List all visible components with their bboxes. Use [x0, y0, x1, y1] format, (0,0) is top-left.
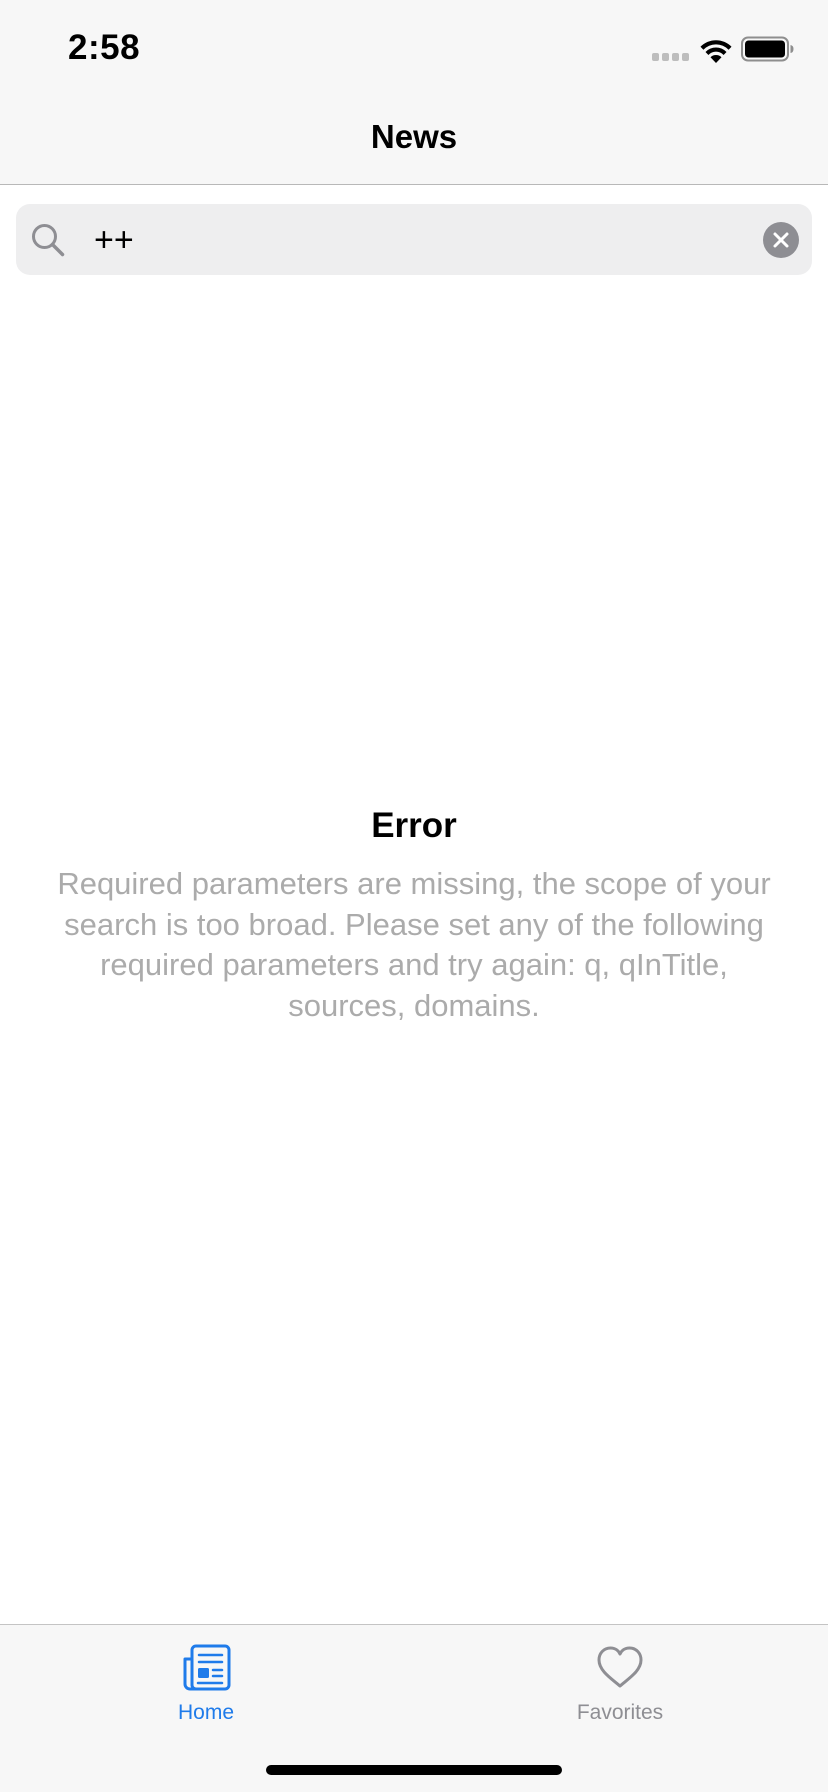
tab-favorites-label: Favorites: [576, 1701, 664, 1724]
tab-home-label: Home: [177, 1701, 235, 1724]
tab-favorites[interactable]: Favorites: [520, 1643, 720, 1743]
error-message: Required parameters are missing, the sco…: [57, 866, 771, 1023]
home-indicator: [266, 1765, 562, 1775]
battery-icon: [741, 36, 794, 62]
search-input[interactable]: [78, 214, 754, 266]
page-title: News: [370, 118, 458, 155]
top-bar: 2:58 News: [0, 0, 828, 185]
newspaper-icon: [183, 1644, 231, 1691]
search-icon: [32, 224, 65, 257]
news-screen: 2:58 News Error Required parameters ar: [0, 0, 828, 1792]
close-icon: [773, 232, 789, 248]
cellular-signal-icon: [652, 53, 690, 63]
clear-search-button[interactable]: [763, 222, 799, 258]
wifi-icon: [700, 40, 732, 63]
error-title: Error: [371, 806, 457, 845]
heart-icon: [597, 1646, 643, 1688]
search-bar[interactable]: [16, 204, 812, 275]
status-time: 2:58: [68, 28, 141, 67]
tab-home[interactable]: Home: [106, 1643, 306, 1743]
